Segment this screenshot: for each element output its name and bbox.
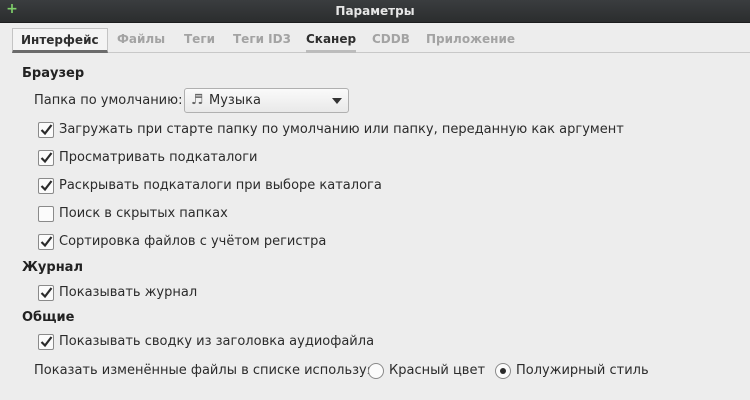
- radio-bold-style-label: Полужирный стиль: [516, 363, 649, 378]
- checkbox-load-default-folder[interactable]: [38, 122, 54, 138]
- option-load-default-folder-label: Загружать при старте папку по умолчанию …: [59, 122, 624, 137]
- checkbox-show-log[interactable]: [38, 285, 54, 301]
- option-show-log-label: Показывать журнал: [59, 285, 198, 300]
- section-general-title: Общие: [22, 310, 75, 325]
- checkbox-expand-subdirs[interactable]: [38, 178, 54, 194]
- option-browse-subdirs-label: Просматривать подкаталоги: [59, 150, 258, 165]
- section-browser-title: Браузер: [22, 66, 85, 81]
- default-folder-value: Музыка: [209, 93, 261, 108]
- radio-red-color-label: Красный цвет: [389, 363, 486, 378]
- tab-bar: Интерфейс Файлы Теги Теги ID3 Сканер CDD…: [12, 28, 750, 53]
- checkbox-show-header-summary[interactable]: [38, 334, 54, 350]
- checkbox-browse-subdirs[interactable]: [38, 150, 54, 166]
- section-log-title: Журнал: [22, 260, 83, 275]
- checkbox-case-sensitive-sort[interactable]: [38, 234, 54, 250]
- radio-bold-style[interactable]: [495, 363, 511, 379]
- tab-tags[interactable]: Теги: [184, 28, 215, 53]
- radio-red-color[interactable]: [368, 363, 384, 379]
- option-case-sensitive-sort-label: Сортировка файлов с учётом регистра: [59, 234, 327, 249]
- checkbox-search-hidden[interactable]: [38, 206, 54, 222]
- tab-interface[interactable]: Интерфейс: [12, 28, 108, 53]
- tab-tags-id3[interactable]: Теги ID3: [233, 28, 291, 53]
- tab-application[interactable]: Приложение: [426, 28, 515, 53]
- changed-files-label: Показать изменённые файлы в списке испол…: [34, 363, 379, 378]
- option-expand-subdirs-label: Раскрывать подкаталоги при выборе катало…: [59, 178, 382, 193]
- title-bar: + Параметры: [0, 0, 750, 23]
- music-note-icon: ♬: [191, 92, 204, 108]
- option-show-header-summary-label: Показывать сводку из заголовка аудиофайл…: [59, 334, 375, 349]
- chevron-down-icon: [332, 98, 342, 104]
- default-folder-label: Папка по умолчанию:: [34, 93, 183, 108]
- tab-cddb[interactable]: CDDB: [372, 28, 410, 53]
- option-search-hidden-label: Поиск в скрытых папках: [59, 206, 228, 221]
- tab-scanner[interactable]: Сканер: [306, 28, 357, 53]
- default-folder-combo[interactable]: ♬ Музыка: [184, 88, 349, 113]
- tab-files[interactable]: Файлы: [117, 28, 165, 53]
- window-title: Параметры: [335, 4, 415, 18]
